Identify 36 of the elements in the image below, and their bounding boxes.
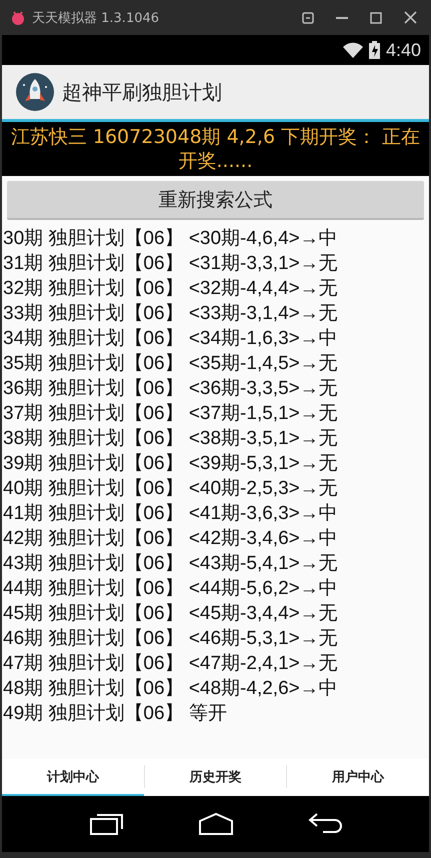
wifi-icon bbox=[342, 42, 363, 58]
plan-row-text: 48期 独胆计划【06】 <48期-4,2,6>→中 bbox=[3, 677, 339, 701]
back-icon[interactable] bbox=[306, 812, 342, 836]
plan-row-text: 36期 独胆计划【06】 <36期-3,3,5>→无 bbox=[3, 377, 339, 401]
battery-icon bbox=[368, 41, 380, 59]
app-logo-icon bbox=[10, 10, 26, 26]
plan-row-text: 44期 独胆计划【06】 <44期-5,6,2>→中 bbox=[3, 577, 339, 601]
maximize-icon[interactable] bbox=[370, 12, 382, 24]
plan-row-text: 45期 独胆计划【06】 <45期-3,4,4>→无 bbox=[3, 602, 339, 626]
plan-row-text: 49期 独胆计划【06】 等开 bbox=[3, 702, 228, 726]
recent-apps-icon[interactable] bbox=[88, 812, 124, 836]
minimize-icon[interactable] bbox=[336, 16, 348, 18]
draw-notice: 江苏快三 160723048期 4,2,6 下期开奖： 正在开奖...... bbox=[2, 122, 429, 176]
plan-row-text: 41期 独胆计划【06】 <41期-3,6,3>→中 bbox=[3, 502, 339, 526]
search-formula-button[interactable]: 重新搜索公式 bbox=[7, 181, 424, 220]
plan-row-text: 47期 独胆计划【06】 <47期-2,4,1>→无 bbox=[3, 652, 339, 676]
plan-row-text: 38期 独胆计划【06】 <38期-3,5,1>→无 bbox=[3, 427, 339, 451]
rocket-icon bbox=[16, 73, 54, 111]
status-time: 4:40 bbox=[386, 40, 421, 60]
plan-row-text: 42期 独胆计划【06】 <42期-3,4,6>→中 bbox=[3, 527, 339, 551]
plan-row-text: 33期 独胆计划【06】 <33期-3,1,4>→无 bbox=[3, 302, 339, 326]
plan-row-text: 43期 独胆计划【06】 <43期-5,4,1>→无 bbox=[3, 552, 339, 576]
window-title: 天天模拟器 1.3.1046 bbox=[32, 10, 160, 26]
app-title: 超神平刷独胆计划 bbox=[62, 78, 222, 106]
plan-row-text: 46期 独胆计划【06】 <46期-5,3,1>→无 bbox=[3, 627, 339, 651]
window-menu-icon[interactable] bbox=[302, 12, 314, 24]
plan-row-text: 34期 独胆计划【06】 <34期-1,6,3>→中 bbox=[3, 327, 339, 351]
plan-row-text: 30期 独胆计划【06】 <30期-4,6,4>→中 bbox=[3, 227, 339, 251]
plan-row-text: 35期 独胆计划【06】 <35期-1,4,5>→无 bbox=[3, 352, 339, 376]
home-icon[interactable] bbox=[198, 812, 234, 836]
close-icon[interactable] bbox=[404, 11, 417, 24]
plan-row-text: 37期 独胆计划【06】 <37期-1,5,1>→无 bbox=[3, 402, 339, 426]
plan-row-text: 31期 独胆计划【06】 <31期-3,3,1>→无 bbox=[3, 252, 339, 276]
plan-row-text: 39期 独胆计划【06】 <39期-5,3,1>→无 bbox=[3, 452, 339, 476]
plan-row-text: 32期 独胆计划【06】 <32期-4,4,4>→无 bbox=[3, 277, 339, 301]
plan-row-text: 40期 独胆计划【06】 <40期-2,5,3>→无 bbox=[3, 477, 339, 501]
